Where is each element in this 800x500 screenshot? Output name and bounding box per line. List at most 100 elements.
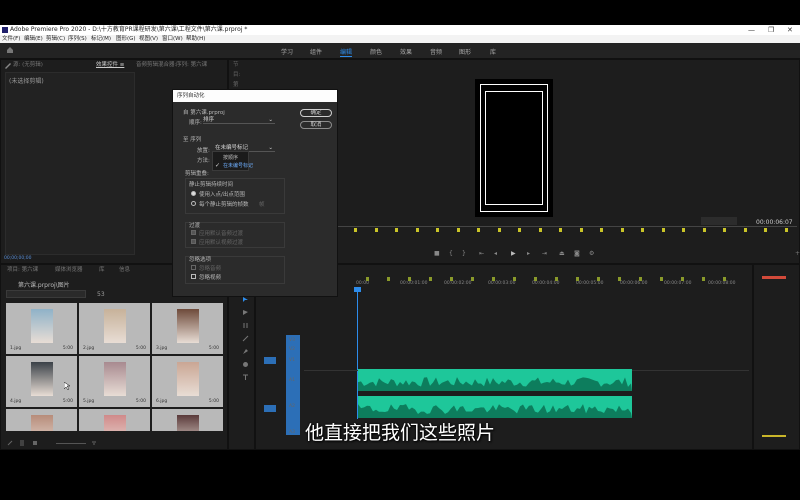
tab-source[interactable]: 源: (无剪辑) [13, 60, 43, 70]
type-tool-icon[interactable] [242, 374, 249, 381]
tab-media-browser[interactable]: 媒体浏览器 [55, 265, 83, 275]
timeline-marker[interactable] [366, 277, 369, 281]
workspace-tab-learning[interactable]: 学习 [281, 47, 293, 56]
apply-video-transition-checkbox[interactable] [191, 239, 196, 244]
use-in-out-radio[interactable] [191, 191, 196, 196]
playhead-handle[interactable] [354, 287, 361, 292]
timeline-ruler[interactable]: 00:00 00:00:01:00 00:00:02:00 00:00:03:00 00… [356, 281, 748, 291]
tab-audio-clip-mixer[interactable]: 音频剪辑混合器: [136, 60, 176, 70]
ok-button[interactable]: 确定 [300, 109, 332, 117]
timeline-marker[interactable] [681, 277, 684, 281]
program-marker[interactable] [415, 228, 419, 232]
go-to-out-icon[interactable]: ⇥ [542, 250, 547, 257]
program-marker[interactable] [477, 228, 480, 232]
program-marker[interactable] [600, 228, 603, 232]
option-sequentially[interactable]: 按顺序 [223, 154, 238, 161]
track-select-tool-icon[interactable] [242, 309, 249, 316]
program-marker[interactable] [395, 228, 398, 232]
timeline-marker[interactable] [723, 277, 726, 281]
tab-project[interactable]: 项目: 第六课 [7, 265, 38, 275]
timeline-marker[interactable] [660, 277, 663, 281]
go-to-in-icon[interactable]: ⇤ [479, 250, 484, 257]
tab-sequence[interactable]: 序列: 第六课 [176, 60, 207, 70]
razor-tool-icon[interactable] [242, 335, 249, 342]
workspace-tab-graphics[interactable]: 图形 [459, 47, 471, 56]
workspace-tab-effects[interactable]: 效果 [400, 47, 412, 56]
a1-source-patch[interactable] [264, 405, 276, 412]
maximize-button[interactable]: ❐ [768, 25, 774, 35]
tab-libraries[interactable]: 库 [99, 265, 105, 275]
menu-marker[interactable]: 标记(M) [91, 35, 111, 43]
home-icon[interactable] [6, 46, 14, 54]
search-input[interactable] [6, 290, 86, 298]
media-thumbnail[interactable]: 2.jpg 5:00 [79, 303, 150, 354]
timeline-marker[interactable] [618, 277, 621, 281]
timeline-marker[interactable] [555, 277, 558, 281]
add-button-icon[interactable]: + [795, 250, 800, 257]
program-scrubber[interactable] [337, 226, 797, 227]
media-thumbnail[interactable]: 3.jpg 5:00 [152, 303, 223, 354]
program-marker[interactable] [743, 228, 747, 232]
program-marker[interactable] [579, 228, 583, 232]
workspace-tab-libraries[interactable]: 库 [490, 47, 496, 56]
step-forward-icon[interactable]: ▸ [527, 250, 530, 257]
program-marker[interactable] [456, 228, 460, 232]
program-marker[interactable] [682, 228, 685, 232]
add-marker-icon[interactable]: ■ [434, 250, 440, 257]
selection-tool-icon[interactable] [242, 296, 249, 303]
program-marker[interactable] [784, 228, 788, 232]
hand-tool-icon[interactable] [242, 361, 249, 368]
timeline-marker[interactable] [702, 277, 705, 281]
minimize-button[interactable]: — [748, 25, 755, 35]
program-marker[interactable] [723, 228, 726, 232]
pen-icon[interactable] [4, 61, 12, 69]
timeline-marker[interactable] [639, 277, 642, 281]
step-back-icon[interactable]: ◂ [494, 250, 497, 257]
option-unnumbered-markers[interactable]: 在未编号标记 [223, 162, 253, 169]
menu-clip[interactable]: 剪辑(C) [46, 35, 65, 43]
timeline-marker[interactable] [408, 277, 411, 281]
tab-info[interactable]: 信息 [119, 265, 130, 275]
timeline-marker[interactable] [513, 277, 516, 281]
ripple-edit-tool-icon[interactable] [242, 322, 249, 329]
workspace-tab-assembly[interactable]: 组件 [310, 47, 322, 56]
workspace-tab-color[interactable]: 颜色 [370, 47, 382, 56]
mark-out-icon[interactable]: } [462, 250, 466, 257]
program-marker[interactable] [538, 228, 542, 232]
program-marker[interactable] [436, 228, 439, 232]
program-marker[interactable] [620, 228, 624, 232]
v1-source-patch[interactable] [264, 357, 276, 364]
menu-file[interactable]: 文件(F) [2, 35, 20, 43]
timeline-marker[interactable] [429, 277, 432, 281]
export-frame-icon[interactable]: ◙ [574, 250, 580, 257]
ignore-audio-checkbox[interactable] [191, 265, 196, 270]
menu-help[interactable]: 帮助(H) [186, 35, 205, 43]
timeline-marker[interactable] [450, 277, 453, 281]
order-select[interactable]: 排序 ⌄ [203, 116, 275, 124]
lift-icon[interactable]: ⏏ [559, 250, 565, 257]
media-thumbnail[interactable]: 1.jpg 5:00 [6, 303, 77, 354]
frames-per-still-radio[interactable] [191, 201, 196, 206]
play-icon[interactable]: ▶ [511, 250, 516, 257]
timeline-marker[interactable] [492, 277, 495, 281]
menu-graphics[interactable]: 图形(G) [116, 35, 136, 43]
program-marker[interactable] [764, 228, 767, 232]
menu-sequence[interactable]: 序列(S) [68, 35, 87, 43]
mark-in-icon[interactable]: { [449, 250, 453, 257]
timeline-marker[interactable] [597, 277, 600, 281]
program-marker[interactable] [497, 228, 501, 232]
program-marker[interactable] [702, 228, 706, 232]
ignore-video-checkbox[interactable] [191, 274, 196, 279]
close-button[interactable]: ✕ [787, 25, 793, 35]
workspace-tab-audio[interactable]: 音频 [430, 47, 442, 56]
audio-clip-a1[interactable] [358, 369, 632, 391]
program-marker[interactable] [559, 228, 562, 232]
menu-view[interactable]: 视图(V) [139, 35, 158, 43]
timeline-marker[interactable] [387, 277, 390, 281]
pen-tool-icon[interactable] [242, 348, 249, 355]
cancel-button[interactable]: 取消 [300, 121, 332, 129]
menu-edit[interactable]: 编辑(E) [24, 35, 43, 43]
program-marker[interactable] [661, 228, 665, 232]
settings-icon[interactable]: ⚙ [589, 250, 594, 257]
workspace-tab-editing[interactable]: 编辑 [340, 47, 353, 57]
